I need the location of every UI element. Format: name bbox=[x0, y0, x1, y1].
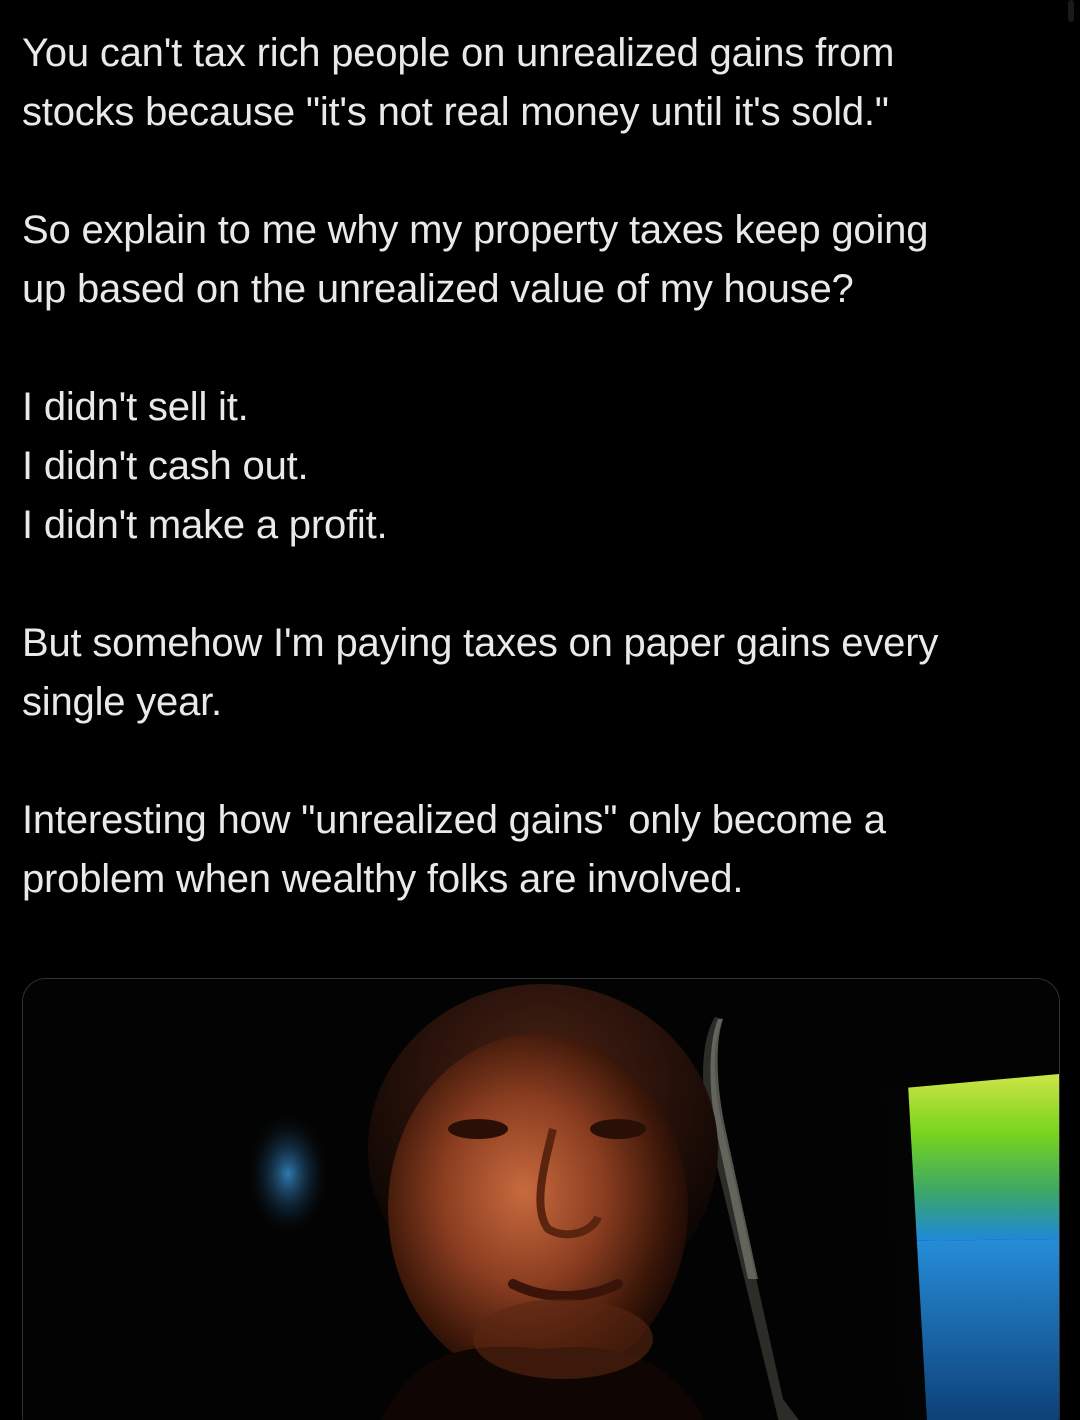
tweet-line: So explain to me why my property taxes k… bbox=[22, 208, 929, 252]
left-blue-glow bbox=[248, 1114, 328, 1234]
tweet-line: I didn't make a profit. bbox=[22, 503, 388, 547]
tweet-paragraph: But somehow I'm paying taxes on paper ga… bbox=[22, 614, 1052, 732]
tweet-line: stocks because "it's not real money unti… bbox=[22, 90, 889, 134]
tweet-paragraph: Interesting how "unrealized gains" only … bbox=[22, 791, 1052, 909]
green-light bbox=[893, 1074, 1059, 1241]
tweet-text: You can't tax rich people on unrealized … bbox=[22, 24, 1052, 909]
tweet-line: But somehow I'm paying taxes on paper ga… bbox=[22, 621, 939, 665]
tweet-paragraph: You can't tax rich people on unrealized … bbox=[22, 24, 1052, 142]
tweet-line: You can't tax rich people on unrealized … bbox=[22, 31, 895, 75]
tweet-line: problem when wealthy folks are involved. bbox=[22, 857, 744, 901]
tweet-line: Interesting how "unrealized gains" only … bbox=[22, 798, 886, 842]
right-eye bbox=[590, 1119, 646, 1139]
tweet-line: single year. bbox=[22, 680, 222, 724]
tweet-paragraph: I didn't sell it. I didn't cash out. I d… bbox=[22, 378, 1052, 555]
left-eye bbox=[448, 1119, 508, 1139]
tweet-line: I didn't cash out. bbox=[22, 444, 309, 488]
tweet-media-image[interactable] bbox=[22, 978, 1060, 1420]
tweet-paragraph: So explain to me why my property taxes k… bbox=[22, 201, 1052, 319]
tweet-line: I didn't sell it. bbox=[22, 385, 249, 429]
tweet-line: up based on the unrealized value of my h… bbox=[22, 267, 854, 311]
crying-man-photo bbox=[23, 979, 1059, 1420]
chin bbox=[473, 1299, 653, 1379]
blue-light bbox=[903, 1239, 1059, 1420]
scrollbar[interactable] bbox=[1068, 0, 1074, 22]
